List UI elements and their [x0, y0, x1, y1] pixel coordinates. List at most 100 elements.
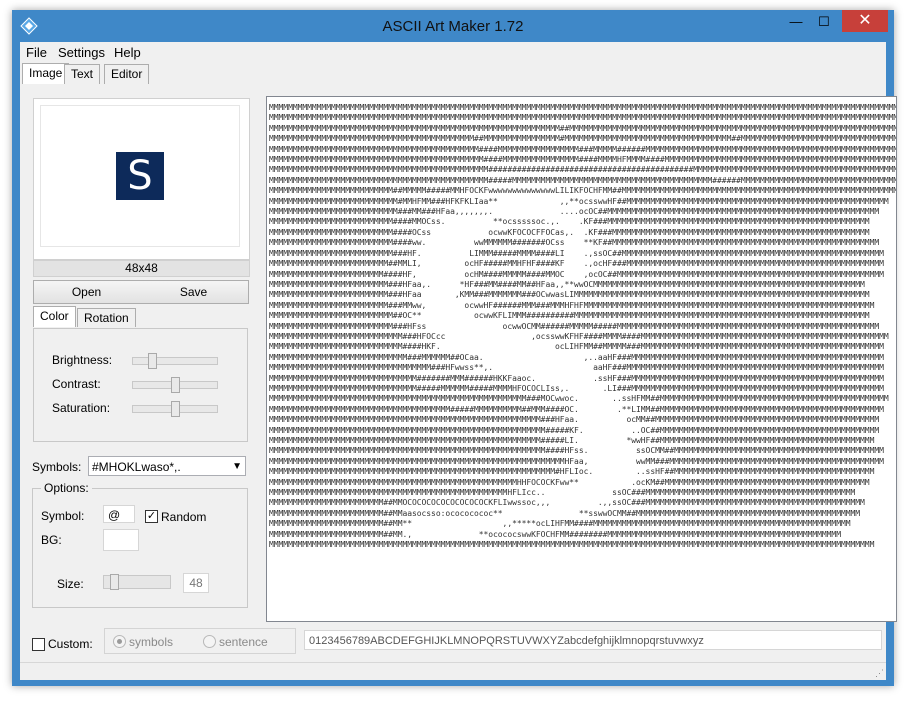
brightness-label: Brightness: [52, 353, 113, 367]
symbol-input[interactable]: @ [103, 505, 135, 523]
ascii-line: MMMMMMMMMMMMMMMMMMMMMMMMMM##OC** ocwwKFL… [269, 311, 870, 321]
tab-text[interactable]: Text [64, 64, 101, 84]
menu-help[interactable]: Help [114, 45, 141, 60]
minimize-button[interactable]: — [782, 12, 810, 32]
ascii-line: MMMMMMMMMMMMMMMMMMMMMMMMMM##MMMMM#####MM… [269, 186, 897, 196]
ascii-line: MMMMMMMMMMMMMMMMMMMMMMMMMMM#MMHFMM###HFK… [269, 196, 889, 206]
menu-bar: File Settings Help [20, 42, 886, 62]
saturation-slider[interactable] [132, 401, 218, 417]
tab-color[interactable]: Color [33, 306, 76, 327]
ascii-line: MMMMMMMMMMMMMMMMMMMMMMMMMMMMMMMMMMMMMMMM… [269, 113, 897, 123]
tab-editor[interactable]: Editor [104, 64, 150, 84]
close-button[interactable]: ✕ [842, 10, 888, 32]
resize-grip-icon[interactable]: ⋰ [875, 668, 884, 679]
ascii-line: MMMMMMMMMMMMMMMMMMMMMMMMMMMMMMMMMMMMMMMM… [269, 540, 875, 550]
ascii-line: MMMMMMMMMMMMMMMMMMMMMMMM####HF, ocHM####… [269, 269, 884, 279]
symbol-label: Symbol: [41, 509, 85, 523]
custom-label: Custom: [48, 637, 93, 651]
size-slider[interactable] [103, 574, 171, 590]
ascii-line: MMMMMMMMMMMMMMMMMMMMMMMMMMMMMMMMMMMMMMMM… [269, 165, 897, 175]
ascii-line: MMMMMMMMMMMMMMMMMMMMMMMMM###MMww, ocwwHF… [269, 300, 875, 310]
menu-file[interactable]: File [26, 45, 47, 60]
ascii-line: MMMMMMMMMMMMMMMMMMMMMMMM##MMaasocsso:oco… [269, 508, 861, 518]
bg-label: BG: [41, 533, 62, 547]
size-thumb[interactable] [110, 574, 119, 590]
preview-image: S [116, 152, 164, 200]
ascii-line: MMMMMMMMMMMMMMMMMMMMMMMMMMMMMMMMMMMMMMMM… [269, 155, 897, 165]
saturation-label: Saturation: [52, 401, 111, 415]
ascii-line: MMMMMMMMMMMMMMMMMMMMMMMMM##MMLI, ocHF###… [269, 259, 884, 269]
custom-mode-group: symbols sentence [104, 628, 296, 654]
random-checkbox[interactable]: ✓ [145, 510, 158, 523]
ascii-line: MMMMMMMMMMMMMMMMMMMMMMMMMM###HF. LIMMM##… [269, 248, 884, 258]
ascii-line: MMMMMMMMMMMMMMMMMMMMMMMMMMMMMMMMMMMMMMMM… [269, 175, 897, 185]
window-title: ASCII Art Maker 1.72 [382, 18, 524, 35]
bg-color-swatch[interactable] [103, 529, 139, 551]
ascii-line: MMMMMMMMMMMMMMMMMMMMMMMMMM####ww. wwMMMM… [269, 238, 880, 248]
ascii-line: MMMMMMMMMMMMMMMMMMMMMMMMMMMMMMM#####MMMM… [269, 383, 884, 393]
ascii-line: MMMMMMMMMMMMMMMMMMMMMMMMM###HFaa,. *HF##… [269, 279, 865, 289]
ascii-line: MMMMMMMMMMMMMMMMMMMMMMMMMMMMMMMMMMMMMMMM… [269, 415, 880, 425]
ascii-line: MMMMMMMMMMMMMMMMMMMMMMMMMMMMMMMMMM###HFw… [269, 363, 884, 373]
open-save-bar: Open Save [33, 280, 249, 304]
random-label: Random [161, 510, 207, 524]
open-button[interactable]: Open [34, 281, 139, 303]
radio-sentence-label: sentence [219, 635, 268, 649]
maximize-button[interactable]: ☐ [810, 12, 838, 32]
ascii-line: MMMMMMMMMMMMMMMMMMMMMMMMMMMMMMMMMMMMMMMM… [269, 144, 897, 154]
options-title: Options: [41, 481, 92, 495]
ascii-line: MMMMMMMMMMMMMMMMMMMMMMMM##MM., **ocococs… [269, 529, 841, 539]
menu-settings[interactable]: Settings [58, 45, 105, 60]
ascii-line: MMMMMMMMMMMMMMMMMMMMMMMMMMMMMMMMMMMMMMMM… [269, 103, 897, 112]
custom-charset-bar: Custom: symbols sentence 0123456789ABCDE… [20, 622, 886, 656]
save-button[interactable]: Save [141, 281, 246, 303]
radio-symbols[interactable] [113, 635, 126, 648]
app-window: ASCII Art Maker 1.72 — ☐ ✕ File Settings… [12, 10, 897, 686]
ascii-line: MMMMMMMMMMMMMMMMMMMMMMMM##MMOCOCOCOCOCOC… [269, 498, 865, 508]
client-area: File Settings Help Image Text Editor S 4… [20, 42, 897, 681]
contrast-thumb[interactable] [171, 377, 180, 393]
preview-canvas: S [40, 105, 240, 247]
charset-input[interactable]: 0123456789ABCDEFGHIJKLMNOPQRSTUVWXYZabcd… [304, 630, 882, 650]
size-label: Size: [57, 577, 84, 591]
image-preview: S [33, 98, 250, 260]
ascii-art-output[interactable]: MMMMMMMMMMMMMMMMMMMMMMMMMMMMMMMMMMMMMMMM… [266, 96, 897, 622]
ascii-line: MMMMMMMMMMMMMMMMMMMMMMMMMMMMMMMMMMMMMMMM… [269, 446, 884, 456]
brightness-thumb[interactable] [148, 353, 157, 369]
ascii-line: MMMMMMMMMMMMMMMMMMMMMMMMMMMMMMMMMMMMMMMM… [269, 134, 896, 144]
contrast-slider[interactable] [132, 377, 218, 393]
symbols-value: #MHOKLwaso*,. [92, 460, 181, 474]
ascii-line: MMMMMMMMMMMMMMMMMMMMMMMMMMM###MM###HFaa,… [269, 207, 880, 217]
ascii-line: MMMMMMMMMMMMMMMMMMMMMMMMMMMMMMMMMMMMMMMM… [269, 425, 880, 435]
color-panel: Brightness: Contrast: Saturation: [33, 328, 248, 442]
ascii-line: MMMMMMMMMMMMMMMMMMMMMMMMMM###HFss ocwwOC… [269, 321, 880, 331]
tab-image[interactable]: Image [22, 63, 70, 84]
title-bar[interactable]: ASCII Art Maker 1.72 — ☐ ✕ [12, 10, 894, 42]
ascii-line: MMMMMMMMMMMMMMMMMMMMMMMMMMMMMMMMMMMMMMMM… [269, 488, 856, 498]
status-bar: ⋰ [20, 662, 886, 681]
size-input[interactable]: 48 [183, 573, 209, 593]
brightness-slider[interactable] [132, 353, 218, 369]
ascii-line: MMMMMMMMMMMMMMMMMMMMMMMM##MM** ,,*****oc… [269, 519, 851, 529]
ascii-art-text: MMMMMMMMMMMMMMMMMMMMMMMMMMMMMMMMMMMMMMMM… [269, 103, 897, 550]
radio-selected-dot [117, 639, 122, 644]
ascii-line: MMMMMMMMMMMMMMMMMMMMMMMMMMMM####HKF. ocL… [269, 342, 884, 352]
chevron-down-icon[interactable]: ▼ [232, 457, 242, 477]
symbols-select[interactable]: #MHOKLwaso*,. ▼ [88, 456, 246, 476]
image-size-label: 48x48 [33, 260, 250, 277]
radio-symbols-label: symbols [129, 635, 174, 649]
ascii-line: MMMMMMMMMMMMMMMMMMMMMMMMMM####MMOCss. **… [269, 217, 870, 227]
ascii-line: MMMMMMMMMMMMMMMMMMMMMMMMMMMMMMMMMMMMMMMM… [269, 436, 875, 445]
ascii-line: MMMMMMMMMMMMMMMMMMMMMMMMMMMMMMMMMMMMMMMM… [269, 467, 875, 477]
saturation-thumb[interactable] [171, 401, 180, 417]
ascii-line: MMMMMMMMMMMMMMMMMMMMMMMMMMMMMMMMMMMMMMMM… [269, 394, 889, 404]
radio-sentence[interactable] [203, 635, 216, 648]
ascii-line: MMMMMMMMMMMMMMMMMMMMMMMMMMMMM###MMMMMM##… [269, 352, 884, 362]
ascii-line: MMMMMMMMMMMMMMMMMMMMMMMMMMMMMMMMMMMMMMMM… [269, 456, 884, 466]
symbols-label: Symbols: [32, 460, 82, 474]
tab-rotation[interactable]: Rotation [77, 308, 136, 327]
ascii-line: MMMMMMMMMMMMMMMMMMMMMMMMMMMM###HFOCcc ,o… [269, 331, 889, 341]
custom-checkbox[interactable] [32, 638, 45, 651]
ascii-line: MMMMMMMMMMMMMMMMMMMMMMMMM###HFaa ,KMM###… [269, 290, 870, 300]
ascii-line: MMMMMMMMMMMMMMMMMMMMMMMMMMMMMMMMMMMMMMMM… [269, 477, 870, 487]
